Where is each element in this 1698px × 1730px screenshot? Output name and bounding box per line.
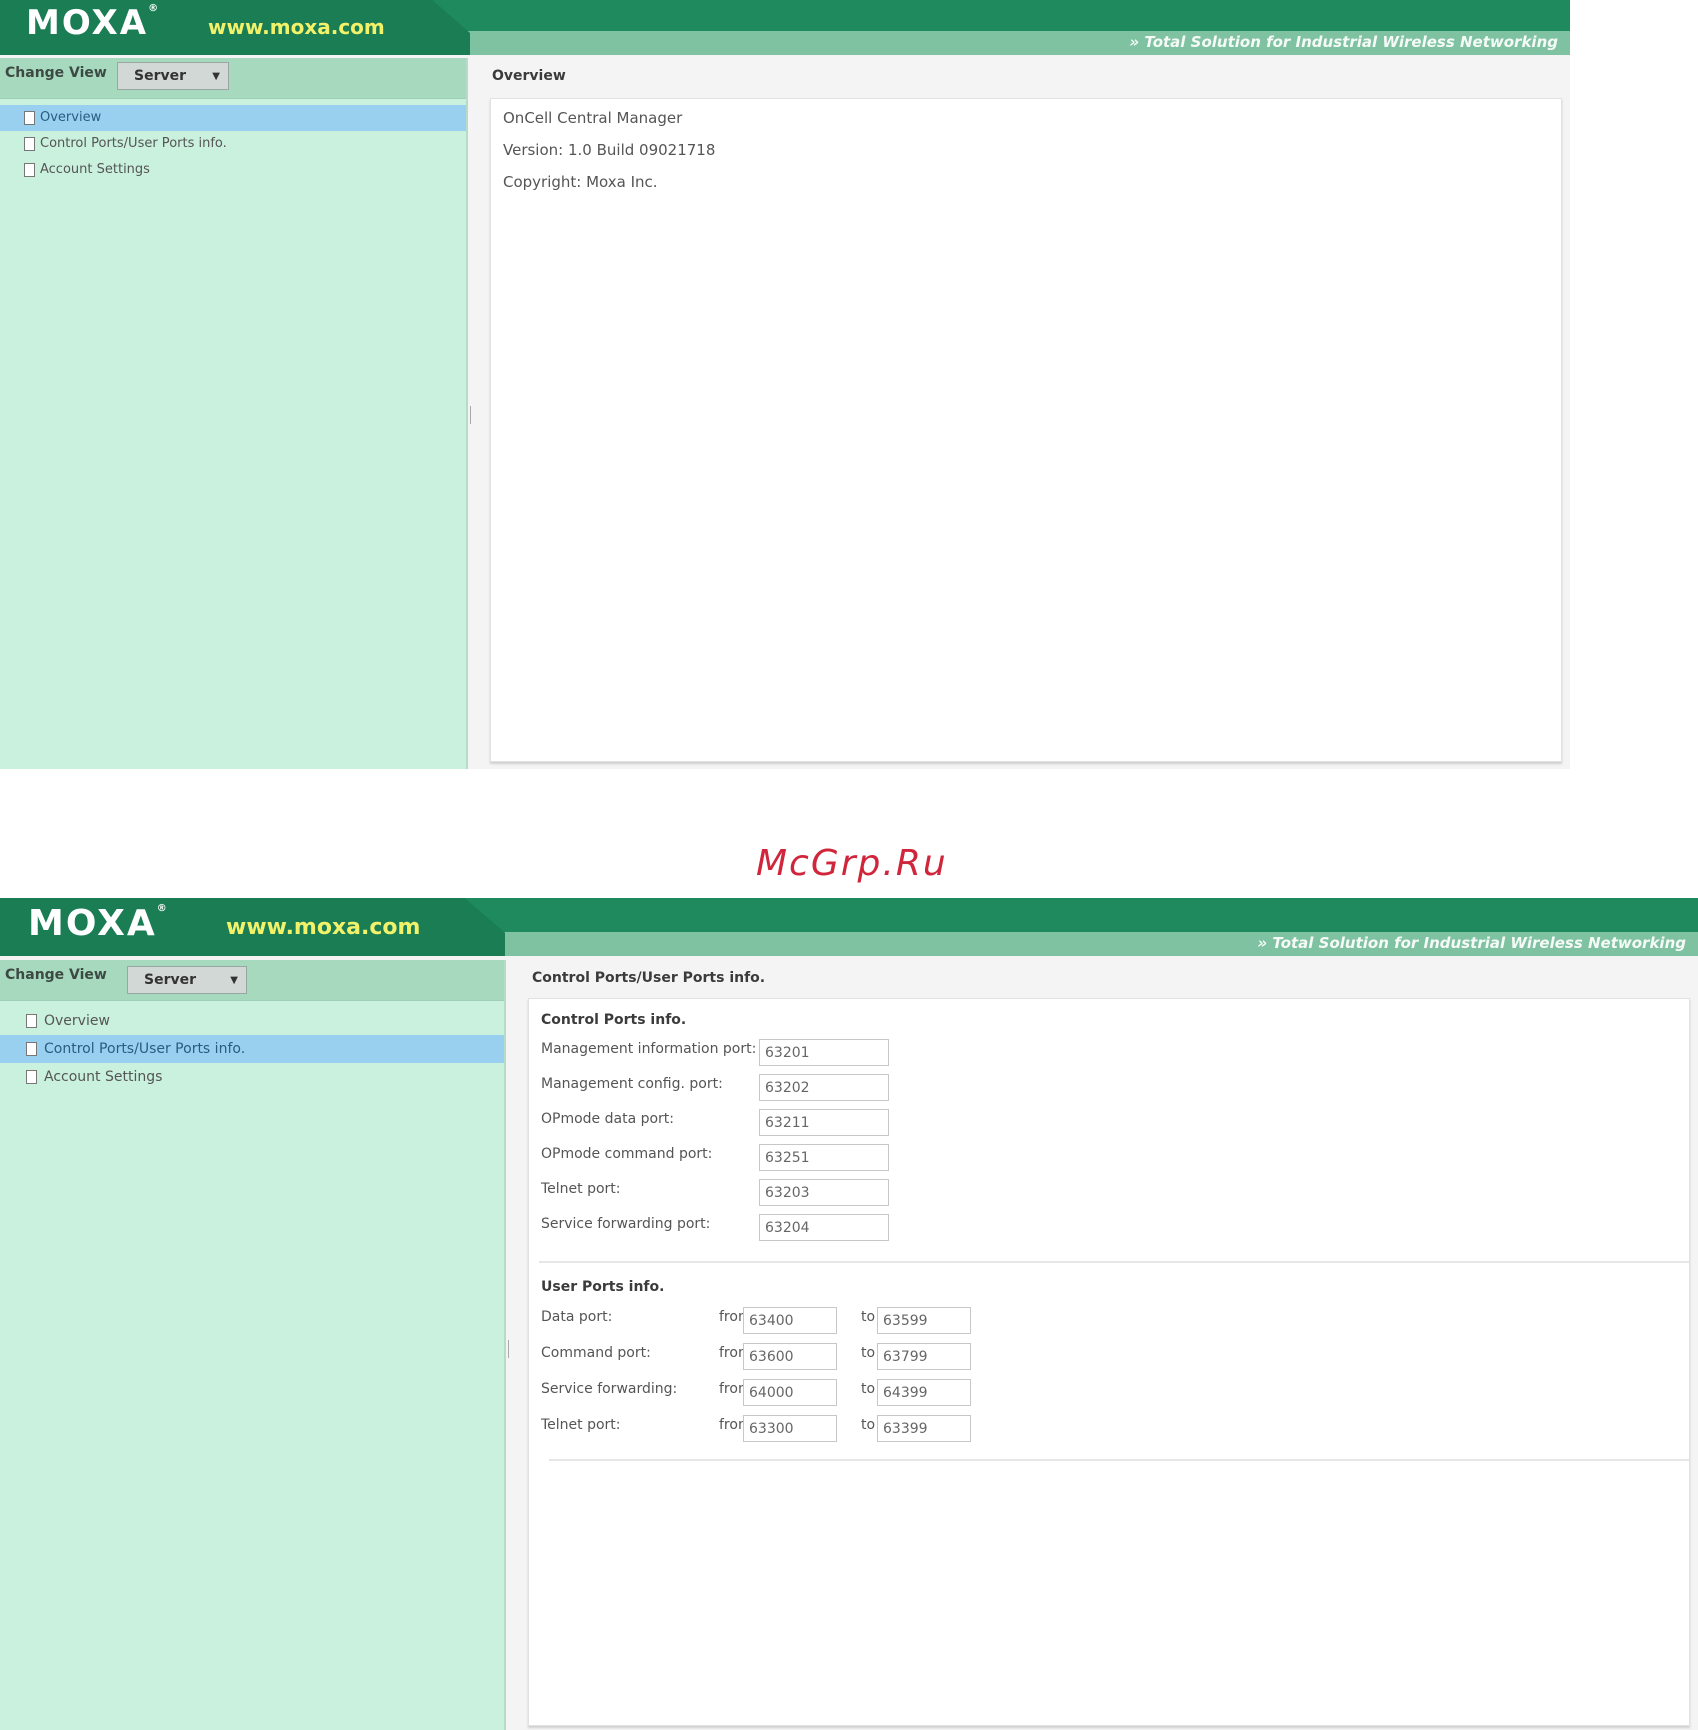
- document-icon: [26, 1070, 37, 1084]
- to-label: to: [861, 1345, 876, 1361]
- view-select[interactable]: Server ▼: [117, 62, 229, 90]
- user-telnet-port-to-input[interactable]: 63399: [877, 1415, 971, 1442]
- site-url[interactable]: www.moxa.com: [226, 915, 420, 940]
- to-label: to: [861, 1417, 876, 1433]
- mgmt-config-port-input[interactable]: 63202: [759, 1074, 889, 1101]
- sidebar-item-ports[interactable]: Control Ports/User Ports info.: [0, 1035, 504, 1063]
- service-forwarding-from-input[interactable]: 64000: [743, 1379, 837, 1406]
- change-view-bar: Change View Server ▼: [0, 58, 466, 99]
- user-telnet-port-from-input[interactable]: 63300: [743, 1415, 837, 1442]
- document-icon: [26, 1014, 37, 1028]
- nav-tree: Overview Control Ports/User Ports info. …: [0, 1001, 504, 1091]
- copyright-text: Copyright: Moxa Inc.: [503, 173, 658, 191]
- sidebar-item-label: Account Settings: [40, 162, 150, 177]
- user-telnet-port-label: Telnet port:: [541, 1417, 621, 1433]
- sidebar-item-account[interactable]: Account Settings: [0, 157, 466, 183]
- sidebar-item-label: Overview: [44, 1013, 110, 1029]
- mgmt-config-port-label: Management config. port:: [541, 1076, 723, 1092]
- command-port-to-input[interactable]: 63799: [877, 1343, 971, 1370]
- control-ports-title: Control Ports info.: [541, 1012, 687, 1028]
- document-icon: [26, 1042, 37, 1056]
- service-forwarding-port-input[interactable]: 63204: [759, 1214, 889, 1241]
- sidebar-item-overview[interactable]: Overview: [0, 1007, 504, 1035]
- view-select[interactable]: Server ▼: [127, 966, 247, 994]
- main-content: Control Ports/User Ports info. Control P…: [514, 960, 1698, 1730]
- section-divider: [539, 1261, 1689, 1263]
- moxa-logo: MOXA®: [28, 903, 167, 944]
- app-header: MOXA® www.moxa.com » Total Solution for …: [0, 898, 1698, 956]
- change-view-label: Change View: [5, 967, 107, 983]
- sidebar-item-label: Control Ports/User Ports info.: [40, 136, 227, 151]
- header-slogan: » Total Solution for Industrial Wireless…: [1257, 934, 1686, 952]
- change-view-bar: Change View Server ▼: [0, 960, 504, 1001]
- document-icon: [24, 137, 35, 151]
- view-select-value: Server: [134, 68, 187, 84]
- sidebar-item-label: Control Ports/User Ports info.: [44, 1041, 246, 1057]
- command-port-label: Command port:: [541, 1345, 651, 1361]
- opmode-command-port-input[interactable]: 63251: [759, 1144, 889, 1171]
- moxa-logo: MOXA®: [26, 3, 158, 43]
- page-title: Control Ports/User Ports info.: [532, 970, 766, 986]
- logo-registered-mark: ®: [156, 903, 167, 914]
- logo-registered-mark: ®: [148, 3, 159, 14]
- sidebar-item-overview[interactable]: Overview: [0, 105, 466, 131]
- site-url[interactable]: www.moxa.com: [208, 15, 385, 39]
- header-slogan: » Total Solution for Industrial Wireless…: [1129, 33, 1558, 51]
- command-port-from-input[interactable]: 63600: [743, 1343, 837, 1370]
- version-text: Version: 1.0 Build 09021718: [503, 141, 716, 159]
- logo-text: MOXA: [26, 3, 149, 43]
- to-label: to: [861, 1309, 876, 1325]
- change-view-label: Change View: [5, 65, 107, 81]
- opmode-command-port-label: OPmode command port:: [541, 1146, 713, 1162]
- telnet-port-label: Telnet port:: [541, 1181, 621, 1197]
- product-name: OnCell Central Manager: [503, 109, 683, 127]
- data-port-label: Data port:: [541, 1309, 613, 1325]
- data-port-from-input[interactable]: 63400: [743, 1307, 837, 1334]
- sidebar: Change View Server ▼ Overview Control Po…: [0, 960, 506, 1730]
- sidebar-item-label: Account Settings: [44, 1069, 163, 1085]
- service-forwarding-label: Service forwarding:: [541, 1381, 678, 1397]
- service-forwarding-to-input[interactable]: 64399: [877, 1379, 971, 1406]
- mgmt-info-port-input[interactable]: 63201: [759, 1039, 889, 1066]
- logo-text: MOXA: [28, 903, 157, 944]
- sidebar-item-ports[interactable]: Control Ports/User Ports info.: [0, 131, 466, 157]
- nav-tree: Overview Control Ports/User Ports info. …: [0, 99, 466, 183]
- screenshot-ports-info: MOXA® www.moxa.com » Total Solution for …: [0, 898, 1698, 1730]
- mgmt-info-port-label: Management information port:: [541, 1041, 757, 1057]
- sidebar: Change View Server ▼ Overview Control Po…: [0, 58, 468, 769]
- sidebar-item-label: Overview: [40, 110, 102, 125]
- opmode-data-port-label: OPmode data port:: [541, 1111, 675, 1127]
- document-icon: [24, 111, 35, 125]
- screenshot-overview: MOXA® www.moxa.com » Total Solution for …: [0, 0, 1570, 769]
- ports-panel: Control Ports info. Management informati…: [528, 998, 1690, 1726]
- page-title: Overview: [492, 68, 566, 84]
- app-header: MOXA® www.moxa.com » Total Solution for …: [0, 0, 1570, 55]
- to-label: to: [861, 1381, 876, 1397]
- section-divider: [549, 1459, 1689, 1461]
- watermark: McGrp.Ru: [756, 843, 948, 884]
- view-select-value: Server: [144, 972, 197, 988]
- sidebar-item-account[interactable]: Account Settings: [0, 1063, 504, 1091]
- telnet-port-input[interactable]: 63203: [759, 1179, 889, 1206]
- user-ports-title: User Ports info.: [541, 1279, 665, 1295]
- main-content: Overview OnCell Central Manager Version:…: [476, 58, 1570, 769]
- chevron-down-icon: ▼: [212, 71, 220, 82]
- data-port-to-input[interactable]: 63599: [877, 1307, 971, 1334]
- chevron-down-icon: ▼: [230, 975, 238, 986]
- service-forwarding-port-label: Service forwarding port:: [541, 1216, 711, 1232]
- overview-panel: OnCell Central Manager Version: 1.0 Buil…: [490, 98, 1562, 762]
- document-icon: [24, 163, 35, 177]
- opmode-data-port-input[interactable]: 63211: [759, 1109, 889, 1136]
